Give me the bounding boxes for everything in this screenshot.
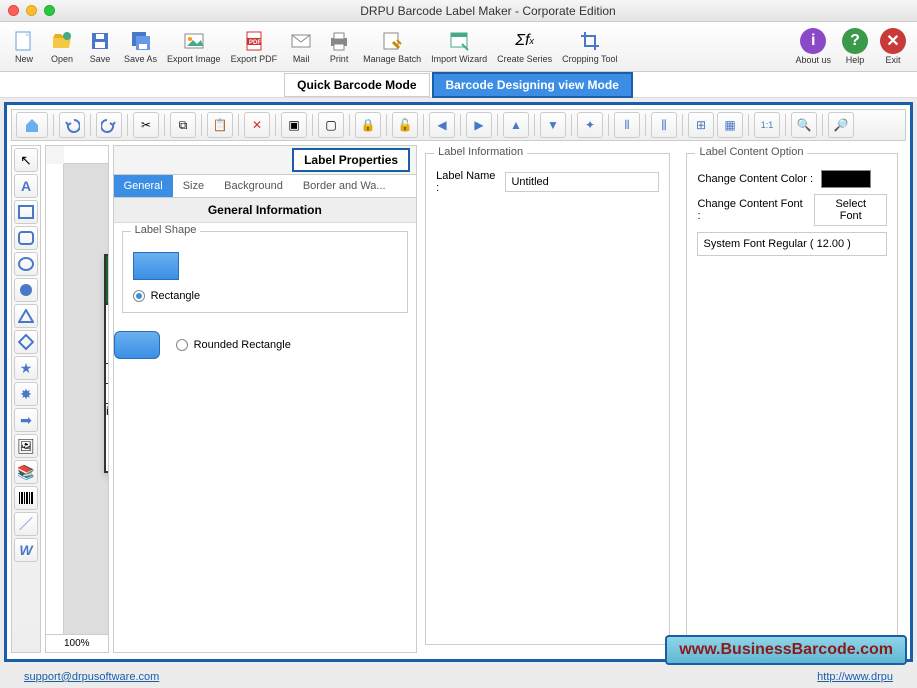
rectangle-tool-icon[interactable] <box>14 200 38 224</box>
redo-icon[interactable] <box>96 112 122 138</box>
size-tab[interactable]: Size <box>173 175 214 197</box>
label-name-input[interactable] <box>505 172 659 192</box>
unlock-icon[interactable]: 🔓 <box>392 112 418 138</box>
undo-icon[interactable] <box>59 112 85 138</box>
triangle-tool-icon[interactable] <box>14 304 38 328</box>
text-tool-icon[interactable]: A <box>14 174 38 198</box>
label-name-label: Label Name : <box>436 170 497 194</box>
align-left-icon[interactable]: ◀ <box>429 112 455 138</box>
font-display: System Font Regular ( 12.00 ) <box>697 232 887 256</box>
content-font-label: Change Content Font : <box>697 198 806 222</box>
series-cell: Series No.- KP-96587402 <box>106 384 108 403</box>
export-image-button[interactable]: Export Image <box>163 27 225 66</box>
maximize-window-icon[interactable] <box>44 5 55 16</box>
help-button[interactable]: ?Help <box>837 26 873 67</box>
image-tool-icon[interactable]: 🖼 <box>14 434 38 458</box>
center-icon[interactable]: ✦ <box>577 112 603 138</box>
zoom-level: 100% <box>64 638 90 649</box>
manage-batch-button[interactable]: Manage Batch <box>359 27 425 66</box>
grid-icon[interactable]: ⊞ <box>688 112 714 138</box>
open-button[interactable]: Open <box>44 27 80 66</box>
batch-cell: Batch No.- 569874124 <box>106 364 108 383</box>
quick-barcode-mode-button[interactable]: Quick Barcode Mode <box>284 73 429 97</box>
distribute-v-icon[interactable]: ⫼ <box>651 112 677 138</box>
new-button[interactable]: New <box>6 27 42 66</box>
library-tool-icon[interactable]: 📚 <box>14 460 38 484</box>
copy-icon[interactable]: ⧉ <box>170 112 196 138</box>
rounded-rectangle-radio[interactable]: Rounded Rectangle <box>176 339 291 351</box>
general-tab[interactable]: General <box>114 175 173 197</box>
close-window-icon[interactable] <box>8 5 19 16</box>
delete-icon[interactable]: ✕ <box>244 112 270 138</box>
line-tool-icon[interactable]: ／ <box>14 512 38 536</box>
save-button[interactable]: Save <box>82 27 118 66</box>
exit-button[interactable]: ✕Exit <box>875 26 911 67</box>
label-properties-tab[interactable]: Label Properties <box>292 148 410 172</box>
distribute-h-icon[interactable]: ⫴ <box>614 112 640 138</box>
content-color-swatch[interactable] <box>821 170 871 188</box>
section-header: General Information <box>114 198 417 223</box>
arrow-tool-icon[interactable]: ➡ <box>14 408 38 432</box>
wordart-tool-icon[interactable]: W <box>14 538 38 562</box>
star-tool-icon[interactable]: ★ <box>14 356 38 380</box>
svg-text:PDF: PDF <box>249 40 261 46</box>
zoom-in-icon[interactable]: 🔍 <box>791 112 817 138</box>
rectangle-shape-preview <box>133 252 179 280</box>
paste-icon[interactable]: 📋 <box>207 112 233 138</box>
business-barcode-badge: www.BusinessBarcode.com <box>665 635 907 665</box>
vertical-ruler <box>46 164 64 634</box>
label-preview[interactable]: XYZ PRODUCT COMPANY Address. P.O. Box 52… <box>104 254 108 473</box>
print-button[interactable]: Print <box>321 27 357 66</box>
about-us-button[interactable]: iAbout us <box>791 26 835 67</box>
label-shape-legend: Label Shape <box>131 224 201 236</box>
align-right-icon[interactable]: ▶ <box>466 112 492 138</box>
minimize-window-icon[interactable] <box>26 5 37 16</box>
circle-tool-icon[interactable] <box>14 278 38 302</box>
content-color-label: Change Content Color : <box>697 173 813 185</box>
window-title: DRPU Barcode Label Maker - Corporate Edi… <box>67 4 909 18</box>
rectangle-radio[interactable]: Rectangle <box>133 290 398 302</box>
align-bottom-icon[interactable]: ▼ <box>540 112 566 138</box>
zoom-out-icon[interactable]: 🔎 <box>828 112 854 138</box>
horizontal-ruler <box>64 146 108 164</box>
burst-tool-icon[interactable]: ✸ <box>14 382 38 406</box>
save-as-button[interactable]: Save As <box>120 27 161 66</box>
barcode-tool-icon[interactable] <box>14 486 38 510</box>
select-font-button[interactable]: Select Font <box>814 194 887 226</box>
design-canvas[interactable]: XYZ PRODUCT COMPANY Address. P.O. Box 52… <box>64 164 108 634</box>
label-information-legend: Label Information <box>434 146 527 158</box>
border-tab[interactable]: Border and Wa... <box>293 175 396 197</box>
background-tab[interactable]: Background <box>214 175 293 197</box>
website-link[interactable]: http://www.drpu <box>817 671 893 683</box>
rounded-rectangle-shape-preview <box>114 331 160 359</box>
lock-icon[interactable]: 🔒 <box>355 112 381 138</box>
label-content-legend: Label Content Option <box>695 146 807 158</box>
label-company-name: XYZ PRODUCT COMPANY <box>106 256 108 305</box>
home-icon[interactable] <box>16 112 48 138</box>
align-top-icon[interactable]: ▲ <box>503 112 529 138</box>
send-back-icon[interactable]: ▢ <box>318 112 344 138</box>
barcode-designing-mode-button[interactable]: Barcode Designing view Mode <box>432 72 633 98</box>
rounded-rect-tool-icon[interactable] <box>14 226 38 250</box>
create-series-button[interactable]: ΣfxCreate Series <box>493 27 556 66</box>
mail-button[interactable]: Mail <box>283 27 319 66</box>
snap-icon[interactable]: ▦ <box>717 112 743 138</box>
bring-front-icon[interactable]: ▣ <box>281 112 307 138</box>
import-wizard-button[interactable]: Import Wizard <box>427 27 491 66</box>
support-email-link[interactable]: support@drpusoftware.com <box>24 671 159 683</box>
cropping-tool-button[interactable]: Cropping Tool <box>558 27 621 66</box>
select-tool-icon[interactable]: ↖ <box>14 148 38 172</box>
cut-icon[interactable]: ✂ <box>133 112 159 138</box>
ellipse-tool-icon[interactable] <box>14 252 38 276</box>
actual-size-icon[interactable]: 1:1 <box>754 112 780 138</box>
diamond-tool-icon[interactable] <box>14 330 38 354</box>
export-pdf-button[interactable]: PDFExport PDF <box>227 27 282 66</box>
